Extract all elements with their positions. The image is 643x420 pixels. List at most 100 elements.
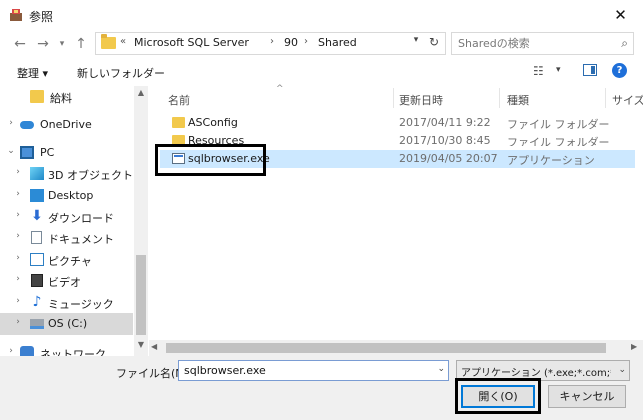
search-icon[interactable]: ⌕ — [621, 36, 628, 51]
forward-arrow-icon[interactable]: → — [33, 33, 53, 55]
chevron-right-icon[interactable]: › — [13, 274, 23, 284]
column-header-type[interactable]: 種類 — [507, 92, 529, 108]
column-divider[interactable] — [393, 88, 394, 108]
download-icon: ⬇ — [31, 208, 43, 224]
annotation-highlight — [155, 144, 266, 176]
nav-item-pictures[interactable]: › ピクチャ — [0, 249, 133, 271]
nav-item-label: OneDrive — [40, 118, 92, 131]
breadcrumb-item[interactable]: 90 — [284, 36, 298, 49]
nav-item-label: 3D オブジェクト — [48, 169, 133, 182]
chevron-right-icon[interactable]: › — [13, 189, 23, 199]
chevron-down-icon[interactable]: ▾ — [556, 65, 561, 75]
column-header-name[interactable]: 名前 — [168, 92, 190, 108]
nav-item-documents[interactable]: › ドキュメント — [0, 227, 133, 249]
help-icon[interactable]: ? — [612, 63, 627, 78]
chevron-right-icon[interactable]: › — [13, 167, 23, 177]
horizontal-scrollbar-thumb[interactable] — [166, 343, 606, 353]
chevron-down-icon[interactable]: ⌄ — [437, 364, 445, 374]
organize-button[interactable]: 整理 ▾ — [17, 65, 48, 81]
chevron-right-icon[interactable]: › — [13, 210, 23, 220]
chevron-right-icon[interactable]: › — [13, 317, 23, 327]
filename-combobox[interactable]: ⌄ — [178, 360, 449, 381]
breadcrumb-separator[interactable]: › — [304, 36, 308, 47]
nav-item-label: ネットワーク — [40, 348, 106, 356]
nav-item-music[interactable]: › ♪ ミュージック — [0, 292, 133, 314]
chevron-right-icon[interactable]: › — [13, 253, 23, 263]
column-divider[interactable] — [499, 88, 500, 108]
nav-item-label: ミュージック — [48, 298, 114, 311]
scroll-right-icon[interactable]: ▶ — [631, 342, 637, 351]
network-icon — [20, 346, 34, 356]
nav-item-downloads[interactable]: › ⬇ ダウンロード — [0, 206, 133, 228]
nav-item-onedrive[interactable]: › OneDrive — [0, 114, 133, 136]
open-button[interactable]: 開く(O) — [461, 385, 535, 408]
close-icon[interactable]: ✕ — [598, 0, 643, 30]
column-header-date[interactable]: 更新日時 — [399, 92, 443, 108]
documents-icon — [31, 231, 42, 244]
command-bar: 整理 ▾ 新しいフォルダー ☷ ▾ ? — [0, 58, 643, 86]
chevron-right-icon[interactable]: › — [6, 346, 16, 356]
nav-item-videos[interactable]: › ビデオ — [0, 270, 133, 292]
chevron-right-icon[interactable]: › — [13, 231, 23, 241]
file-date: 2019/04/05 20:07 — [399, 152, 498, 165]
folder-icon — [172, 117, 185, 128]
scroll-up-icon[interactable]: ▲ — [134, 88, 148, 97]
cancel-button[interactable]: キャンセル — [548, 385, 626, 408]
videos-icon — [31, 274, 43, 287]
navigation-pane: 給料 › OneDrive ⌄ PC › 3D オブジェクト › Desktop… — [0, 86, 148, 356]
nav-item-os-drive[interactable]: › OS (C:) — [0, 313, 133, 335]
window-title: 参照 — [29, 10, 54, 24]
preview-pane-icon[interactable] — [583, 64, 597, 76]
scroll-left-icon[interactable]: ◀ — [151, 342, 157, 351]
3d-objects-icon — [30, 167, 44, 180]
nav-item-label: ドキュメント — [48, 233, 114, 246]
recent-locations-chevron-icon[interactable]: ▾ — [52, 33, 72, 55]
music-icon: ♪ — [32, 294, 42, 310]
nav-item-label: OS (C:) — [48, 317, 88, 330]
breadcrumb-item[interactable]: Microsoft SQL Server — [134, 36, 249, 49]
nav-item-label: ピクチャ — [48, 255, 92, 268]
filename-input[interactable] — [182, 363, 422, 378]
nav-item-network[interactable]: › ネットワーク — [0, 342, 133, 356]
breadcrumb-item[interactable]: Shared — [318, 36, 357, 49]
nav-item-label: 給料 — [50, 92, 72, 105]
folder-icon — [30, 90, 44, 103]
search-box[interactable]: ⌕ — [451, 32, 634, 55]
file-name: ASConfig — [188, 116, 238, 129]
column-header: 名前 更新日時 種類 サイズ — [158, 86, 643, 110]
nav-item-label: PC — [40, 146, 55, 159]
file-row[interactable]: ASConfig 2017/04/11 9:22 ファイル フォルダー — [160, 114, 635, 132]
search-input[interactable] — [456, 35, 606, 52]
drive-icon — [30, 319, 44, 329]
chevron-right-icon[interactable]: › — [13, 296, 23, 306]
nav-item-label: ダウンロード — [48, 212, 114, 225]
folder-icon — [101, 34, 116, 49]
view-options-icon[interactable]: ☷ — [533, 64, 544, 78]
refresh-icon[interactable]: ↻ — [426, 35, 442, 49]
back-arrow-icon[interactable]: ← — [10, 33, 30, 55]
chevron-down-icon[interactable]: ▾ — [409, 35, 423, 45]
app-icon — [10, 9, 22, 21]
nav-item-pc[interactable]: ⌄ PC — [0, 142, 133, 164]
chevron-right-icon[interactable]: › — [6, 118, 16, 128]
nav-item-label: Desktop — [48, 189, 94, 202]
sort-ascending-icon: ^ — [276, 84, 284, 94]
filetype-value: アプリケーション (*.exe;*.com;*.icd — [461, 368, 611, 379]
nav-item-3d-objects[interactable]: › 3D オブジェクト — [0, 163, 133, 185]
chevron-down-icon[interactable]: ⌄ — [618, 365, 626, 375]
column-divider[interactable] — [605, 88, 606, 108]
chevron-down-icon[interactable]: ⌄ — [6, 146, 16, 156]
scroll-down-icon[interactable]: ▼ — [134, 340, 148, 349]
column-header-size[interactable]: サイズ — [612, 92, 643, 108]
address-bar[interactable]: « Microsoft SQL Server › 90 › Shared ▾ ↻ — [95, 32, 446, 55]
up-arrow-icon[interactable]: ↑ — [71, 33, 91, 55]
nav-item-folder[interactable]: 給料 — [0, 86, 133, 108]
nav-scrollbar-thumb[interactable] — [136, 255, 146, 335]
cloud-icon — [20, 121, 34, 129]
breadcrumb-overflow[interactable]: « — [120, 36, 126, 47]
breadcrumb-separator[interactable]: › — [270, 36, 274, 47]
file-type: ファイル フォルダー — [507, 118, 610, 131]
new-folder-button[interactable]: 新しいフォルダー — [77, 65, 165, 81]
nav-item-desktop[interactable]: › Desktop — [0, 185, 133, 207]
pictures-icon — [30, 253, 44, 266]
